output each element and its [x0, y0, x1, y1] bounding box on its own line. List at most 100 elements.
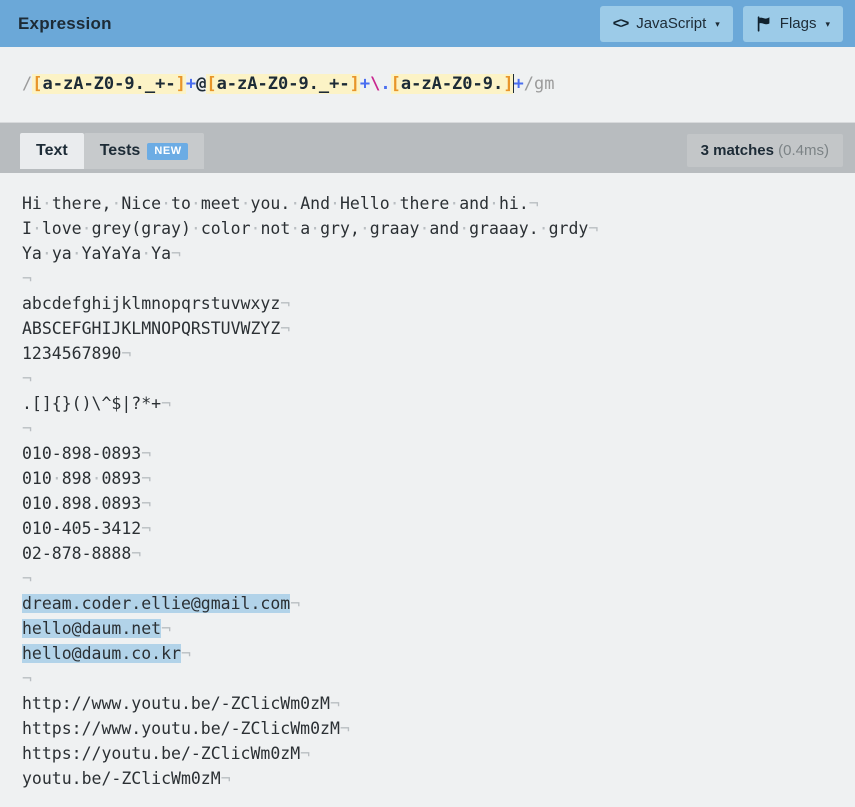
newline-glyph: ¬	[22, 269, 32, 288]
text-segment: youtu.be/-ZClicWm0zM	[22, 769, 221, 788]
newline-glyph: ¬	[220, 769, 231, 788]
text-segment: 010-898-0893	[22, 444, 142, 463]
chevron-down-icon: ▾	[825, 19, 830, 29]
text-segment: ABSCEFGHIJKLMNOPQRSTUVWZYZ	[22, 319, 281, 338]
space-glyph: ·	[190, 194, 201, 213]
text-line: http://www.youtu.be/-ZClicWm0zM¬	[22, 691, 833, 716]
regex-token-bracket: [	[206, 74, 217, 95]
expression-header: Expression <> JavaScript ▾ Flags ▾	[0, 0, 855, 47]
text-line: abcdefghijklmnopqrstuvwxyz¬	[22, 291, 833, 316]
match-highlight: hello@daum.net	[22, 619, 162, 638]
regex-token-bracket: ]	[175, 74, 186, 95]
text-segment: 010-405-3412	[22, 519, 142, 538]
tab-label: Tests	[99, 142, 141, 159]
regex-tester-panel: Expression <> JavaScript ▾ Flags ▾ /[a-z…	[0, 0, 855, 807]
match-count-status: 3 matches (0.4ms)	[686, 134, 843, 167]
text-line: 010-405-3412¬	[22, 516, 833, 541]
newline-glyph: ¬	[131, 544, 142, 563]
text-segment: https://youtu.be/-ZClicWm0zM	[22, 744, 301, 763]
text-line: hello@daum.co.kr¬	[22, 641, 833, 666]
text-line: 1234567890¬	[22, 341, 833, 366]
text-line: ABSCEFGHIJKLMNOPQRSTUVWZYZ¬	[22, 316, 833, 341]
text-line: https://youtu.be/-ZClicWm0zM¬	[22, 741, 833, 766]
text-line: 010.898.0893¬	[22, 491, 833, 516]
regex-token-bracket: ]	[349, 74, 360, 95]
text-segment: abcdefghijklmnopqrstuvwxyz	[22, 294, 281, 313]
newline-glyph: ¬	[141, 469, 152, 488]
space-glyph: ·	[71, 244, 82, 263]
expression-input-row[interactable]: /[a-zA-Z0-9._+-]+@[a-zA-Z0-9._+-]+\.[a-z…	[0, 47, 855, 122]
space-glyph: ·	[310, 219, 321, 238]
space-glyph: ·	[91, 469, 102, 488]
regex-token-literal: @	[196, 74, 207, 95]
space-glyph: ·	[31, 219, 42, 238]
regex-token-setbody: a-zA-Z0-9.	[400, 74, 504, 95]
regex-token-quant: +	[185, 74, 197, 95]
regex-token-bracket: ]	[503, 74, 514, 95]
newline-glyph: ¬	[161, 394, 172, 413]
text-line: ¬	[22, 366, 833, 391]
newline-glyph: ¬	[300, 744, 311, 763]
text-segment: 010·898·0893	[22, 469, 142, 488]
flags-select-button[interactable]: Flags ▾	[742, 5, 843, 42]
new-badge: NEW	[147, 142, 188, 160]
tab-tests[interactable]: Tests NEW	[83, 133, 204, 169]
space-glyph: ·	[290, 219, 301, 238]
newline-glyph: ¬	[121, 344, 132, 363]
text-line: ¬	[22, 566, 833, 591]
space-glyph: ·	[240, 194, 251, 213]
space-glyph: ·	[81, 219, 92, 238]
flags-label: Flags	[779, 15, 817, 32]
regex-token-escape: \	[370, 74, 381, 95]
text-line: Ya·ya·YaYaYa·Ya¬	[22, 241, 833, 266]
space-glyph: ·	[459, 219, 470, 238]
newline-glyph: ¬	[22, 569, 32, 588]
tab-text[interactable]: Text	[20, 133, 84, 169]
text-segment: http://www.youtu.be/-ZClicWm0zM	[22, 694, 330, 713]
regex-token-setbody: a-zA-Z0-9._+-	[42, 74, 176, 95]
regex-token-escchar: .	[380, 74, 391, 95]
space-glyph: ·	[419, 219, 430, 238]
space-glyph: ·	[389, 194, 400, 213]
newline-glyph: ¬	[280, 294, 291, 313]
space-glyph: ·	[250, 219, 261, 238]
space-glyph: ·	[51, 469, 62, 488]
regex-token-quant: +	[359, 74, 371, 95]
text-line: ¬	[22, 416, 833, 441]
space-glyph: ·	[41, 244, 52, 263]
space-glyph: ·	[141, 244, 152, 263]
newline-glyph: ¬	[588, 219, 599, 238]
text-line: dream.coder.ellie@gmail.com¬	[22, 591, 833, 616]
text-segment: 1234567890	[22, 344, 122, 363]
match-highlight: hello@daum.co.kr	[22, 644, 181, 663]
newline-glyph: ¬	[528, 194, 539, 213]
page-title: Expression	[18, 13, 112, 33]
space-glyph: ·	[359, 219, 370, 238]
space-glyph: ·	[330, 194, 340, 213]
newline-glyph: ¬	[280, 319, 291, 338]
match-count-label: 3 matches	[700, 142, 774, 159]
regex-expression-input[interactable]: /[a-zA-Z0-9._+-]+@[a-zA-Z0-9._+-]+\.[a-z…	[22, 74, 554, 95]
space-glyph: ·	[489, 194, 499, 213]
newline-glyph: ¬	[141, 444, 152, 463]
text-segment: Hi·there,·Nice·to·meet·you.·And·Hello·th…	[22, 194, 529, 213]
text-line: I·love·grey(gray)·color·not·a·gry,·graay…	[22, 216, 833, 241]
space-glyph: ·	[538, 219, 549, 238]
text-line: .[]{}()\^$|?*+¬	[22, 391, 833, 416]
space-glyph: ·	[190, 219, 201, 238]
language-select-button[interactable]: <> JavaScript ▾	[599, 5, 733, 42]
text-segment: 02-878-8888	[22, 544, 132, 563]
text-segment: 010.898.0893	[22, 494, 142, 513]
tab-bar: Text Tests NEW 3 matches (0.4ms)	[0, 122, 855, 173]
regex-token-delim: /	[22, 74, 33, 95]
text-line: ¬	[22, 266, 833, 291]
tab-list: Text Tests NEW	[20, 119, 204, 173]
space-glyph: ·	[41, 194, 52, 213]
regex-token-setbody: a-zA-Z0-9._+-	[216, 74, 350, 95]
newline-glyph: ¬	[339, 719, 350, 738]
test-text-area[interactable]: Hi·there,·Nice·to·meet·you.·And·Hello·th…	[0, 173, 855, 807]
regex-token-bracket: [	[32, 74, 43, 95]
text-segment: I·love·grey(gray)·color·not·a·gry,·graay…	[22, 219, 589, 238]
code-icon: <>	[612, 15, 630, 32]
space-glyph: ·	[161, 194, 172, 213]
